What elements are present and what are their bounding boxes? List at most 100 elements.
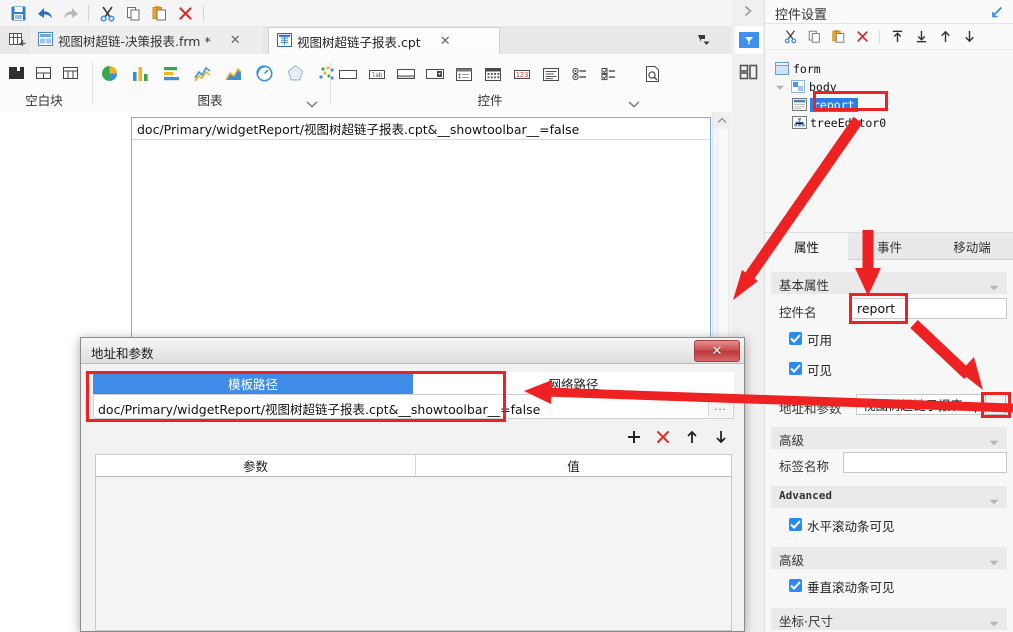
widget-settings-icon[interactable] [735, 26, 763, 54]
undo-icon[interactable] [32, 2, 56, 24]
section-advanced-cn-2[interactable]: 高级 [771, 547, 1007, 569]
tab-overflow-menu-icon[interactable] [696, 33, 712, 47]
tree-node-body[interactable]: body [775, 78, 837, 95]
property-list: 基本属性 控件名 report 可用 可见 地址和参数 视图树超链子报表.cpt… [765, 260, 1013, 632]
move-up-icon[interactable] [934, 27, 956, 47]
tree-expander-icon[interactable] [775, 80, 787, 94]
tab-label: 属性 [793, 240, 819, 255]
move-down-icon[interactable] [958, 27, 980, 47]
param-table-body[interactable] [95, 477, 732, 631]
collapse-arrow-icon[interactable] [741, 4, 755, 18]
move-param-down-icon[interactable] [712, 428, 730, 446]
vscroll-checkbox[interactable] [789, 579, 802, 592]
address-browse-button[interactable]: ... [985, 394, 1006, 415]
cut-icon[interactable] [779, 27, 801, 47]
chevron-down-icon[interactable] [989, 616, 999, 627]
delete-icon[interactable] [851, 27, 873, 47]
hscroll-checkbox[interactable] [789, 518, 802, 531]
tab-frm-document[interactable]: 视图树超链-决策报表.frm * ✕ [30, 27, 262, 54]
visible-checkbox-label: 可见 [807, 363, 833, 378]
scroll-up-icon[interactable] [713, 112, 731, 128]
textbox-icon[interactable] [338, 66, 358, 85]
textarea-icon[interactable] [396, 66, 416, 85]
line-chart-icon[interactable] [193, 64, 212, 86]
tab-network-path[interactable]: 网络路径 [413, 372, 734, 394]
move-top-icon[interactable] [886, 27, 908, 47]
add-param-icon[interactable] [625, 428, 643, 446]
path-type-tabs: 模板路径 网络路径 [93, 372, 734, 394]
widget-tree[interactable]: form body report treeEditor0 [765, 52, 1013, 232]
combobox-icon[interactable] [425, 66, 445, 85]
tag-name-input[interactable] [843, 452, 1007, 473]
path-browse-button[interactable]: ... [708, 396, 732, 417]
address-params-input[interactable]: 视图树超链子报表.cpt [856, 394, 983, 415]
tab-close-icon[interactable]: ✕ [230, 33, 241, 48]
date-icon[interactable] [483, 66, 503, 85]
form-node-icon [775, 62, 789, 75]
save-icon[interactable] [6, 2, 30, 24]
chevron-down-icon[interactable] [628, 97, 640, 109]
body-node-icon [791, 80, 805, 93]
delete-icon[interactable] [173, 2, 197, 24]
address-params-dialog[interactable]: 地址和参数 ✕ 模板路径 网络路径 doc/Primary/widgetRepo… [80, 337, 745, 632]
tab-mobile[interactable]: 移动端 [931, 233, 1013, 260]
radio-group-icon[interactable] [570, 66, 590, 85]
tab-cpt-document[interactable]: 视图树超链子报表.cpt ✕ [268, 27, 500, 54]
blank-block-icon[interactable] [8, 65, 25, 85]
visible-checkbox[interactable] [789, 362, 802, 375]
preview-icon[interactable] [643, 65, 662, 86]
bar-chart-icon[interactable] [131, 64, 150, 86]
remove-param-icon[interactable] [654, 428, 672, 446]
checkbox-group-icon[interactable] [599, 66, 619, 85]
section-coordinates-size[interactable]: 坐标·尺寸 [771, 608, 1007, 630]
redo-icon[interactable] [58, 2, 82, 24]
tab-close-icon[interactable]: ✕ [440, 34, 451, 49]
expand-arrow-icon[interactable] [990, 5, 1004, 19]
area-chart-icon[interactable] [224, 64, 243, 86]
listbox-icon[interactable] [454, 66, 474, 85]
split-grid-icon[interactable] [62, 65, 79, 85]
move-bottom-icon[interactable] [910, 27, 932, 47]
copy-icon[interactable] [803, 27, 825, 47]
widget-name-input[interactable]: report [850, 298, 1007, 319]
tree-node-report[interactable]: report [792, 96, 858, 113]
enabled-checkbox[interactable] [789, 332, 802, 345]
label-icon[interactable]: lab [367, 66, 387, 85]
dialog-title: 地址和参数 [91, 346, 154, 361]
radar-chart-icon[interactable] [286, 64, 305, 86]
chevron-down-icon[interactable] [989, 280, 999, 291]
section-advanced-cn-1[interactable]: 高级 [771, 427, 1007, 449]
enabled-checkbox-label: 可用 [807, 333, 833, 348]
copy-icon[interactable] [121, 2, 145, 24]
tab-template-path[interactable]: 模板路径 [93, 372, 413, 394]
ribbon-separator-2 [330, 62, 331, 104]
chevron-down-icon[interactable] [989, 555, 999, 566]
tab-properties[interactable]: 属性 [765, 233, 848, 260]
tree-node-form[interactable]: form [775, 60, 821, 77]
number-icon[interactable]: 123 [512, 66, 532, 85]
gauge-chart-icon[interactable] [255, 64, 274, 86]
section-advanced-en[interactable]: Advanced [771, 486, 1007, 508]
chevron-down-icon[interactable] [989, 494, 999, 505]
dialog-close-button[interactable]: ✕ [694, 340, 740, 362]
split-horizontal-icon[interactable] [35, 65, 52, 85]
section-title: 高级 [779, 433, 805, 448]
tree-node-treeeditor0[interactable]: treeEditor0 [792, 114, 886, 131]
cut-icon[interactable] [95, 2, 119, 24]
path-input-row[interactable]: doc/Primary/widgetReport/视图树超链子报表.cpt&__… [93, 394, 734, 419]
richtext-icon[interactable] [541, 66, 561, 85]
toolbar-separator [88, 5, 89, 21]
tab-grid-icon[interactable] [8, 31, 26, 49]
paste-icon[interactable] [827, 27, 849, 47]
chevron-down-icon[interactable] [306, 97, 318, 109]
section-basic-properties[interactable]: 基本属性 [771, 272, 1007, 294]
layout-settings-icon[interactable] [735, 58, 763, 86]
toolbar-separator-2 [203, 5, 204, 21]
tab-events[interactable]: 事件 [848, 233, 931, 260]
property-tabs: 属性 事件 移动端 [765, 232, 1013, 260]
move-param-up-icon[interactable] [683, 428, 701, 446]
hbar-chart-icon[interactable] [162, 64, 181, 86]
chevron-down-icon[interactable] [989, 435, 999, 446]
pie-chart-icon[interactable] [100, 64, 119, 86]
paste-icon[interactable] [147, 2, 171, 24]
